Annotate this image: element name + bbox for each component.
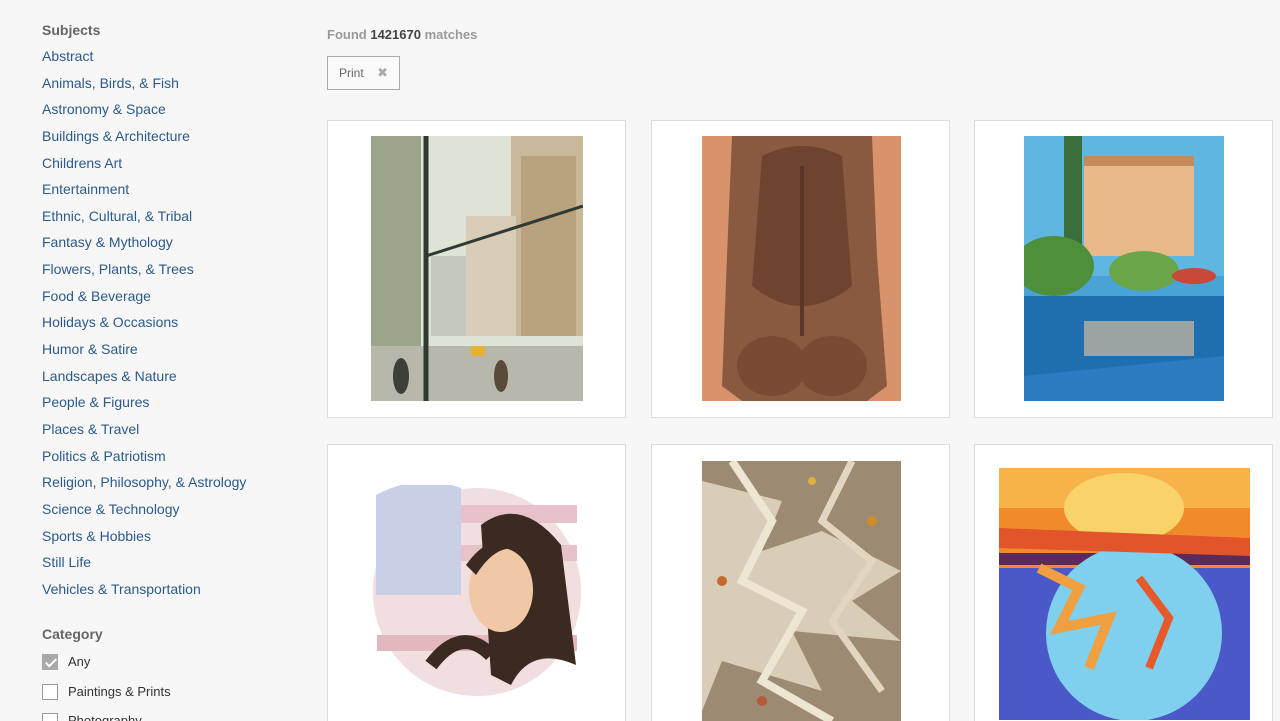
subjects-heading: Subjects	[42, 22, 101, 38]
subject-link-fantasy[interactable]: Fantasy & Mythology	[42, 231, 246, 258]
subject-link-politics[interactable]: Politics & Patriotism	[42, 445, 246, 472]
checkbox-photography[interactable]	[42, 713, 58, 721]
found-prefix: Found	[327, 27, 367, 42]
subject-link-childrens-art[interactable]: Childrens Art	[42, 152, 246, 179]
close-icon[interactable]: ✖	[377, 66, 388, 80]
subject-link-sports[interactable]: Sports & Hobbies	[42, 525, 246, 552]
subject-link-humor[interactable]: Humor & Satire	[42, 338, 246, 365]
filter-chip-label: Print	[339, 66, 364, 80]
subject-link-flowers[interactable]: Flowers, Plants, & Trees	[42, 258, 246, 285]
artwork-card[interactable]	[651, 444, 950, 721]
artwork-image[interactable]	[371, 485, 583, 700]
artwork-image[interactable]	[999, 468, 1250, 720]
artwork-image[interactable]	[371, 136, 583, 401]
artwork-card[interactable]	[327, 120, 626, 418]
artwork-image[interactable]	[702, 136, 901, 401]
category-list: Any Paintings & Prints Photography	[42, 653, 171, 721]
artwork-card[interactable]	[651, 120, 950, 418]
category-option-photography[interactable]: Photography	[42, 712, 171, 721]
active-filter-chip[interactable]: Print ✖	[327, 56, 400, 90]
subject-link-people[interactable]: People & Figures	[42, 391, 246, 418]
subject-link-food[interactable]: Food & Beverage	[42, 285, 246, 312]
category-label: Any	[68, 654, 91, 669]
category-heading: Category	[42, 626, 103, 642]
artwork-card[interactable]	[327, 444, 626, 721]
subject-link-animals[interactable]: Animals, Birds, & Fish	[42, 72, 246, 99]
checkbox-paintings-prints[interactable]	[42, 683, 58, 700]
subject-link-ethnic[interactable]: Ethnic, Cultural, & Tribal	[42, 205, 246, 232]
subject-link-holidays[interactable]: Holidays & Occasions	[42, 311, 246, 338]
subject-link-places[interactable]: Places & Travel	[42, 418, 246, 445]
subject-link-religion[interactable]: Religion, Philosophy, & Astrology	[42, 471, 246, 498]
filter-sidebar: Subjects Abstract Animals, Birds, & Fish…	[0, 0, 300, 721]
found-suffix: matches	[424, 27, 478, 42]
match-count: 1421670	[370, 27, 421, 42]
category-label: Photography	[68, 713, 142, 721]
subject-link-vehicles[interactable]: Vehicles & Transportation	[42, 578, 246, 605]
results-count: Found 1421670 matches	[327, 27, 477, 42]
artwork-card[interactable]	[974, 444, 1273, 721]
subjects-list: Abstract Animals, Birds, & Fish Astronom…	[42, 45, 246, 604]
subject-link-astronomy[interactable]: Astronomy & Space	[42, 98, 246, 125]
checkbox-any[interactable]	[42, 654, 58, 670]
subject-link-abstract[interactable]: Abstract	[42, 45, 246, 72]
subject-link-buildings[interactable]: Buildings & Architecture	[42, 125, 246, 152]
artwork-image[interactable]	[1024, 136, 1224, 401]
subject-link-entertainment[interactable]: Entertainment	[42, 178, 246, 205]
artwork-card[interactable]	[974, 120, 1273, 418]
category-option-paintings[interactable]: Paintings & Prints	[42, 683, 171, 713]
subject-link-still-life[interactable]: Still Life	[42, 551, 246, 578]
subject-link-science[interactable]: Science & Technology	[42, 498, 246, 525]
category-label: Paintings & Prints	[68, 683, 171, 699]
category-option-any[interactable]: Any	[42, 653, 171, 683]
subject-link-landscapes[interactable]: Landscapes & Nature	[42, 365, 246, 392]
artwork-image[interactable]	[702, 461, 901, 721]
